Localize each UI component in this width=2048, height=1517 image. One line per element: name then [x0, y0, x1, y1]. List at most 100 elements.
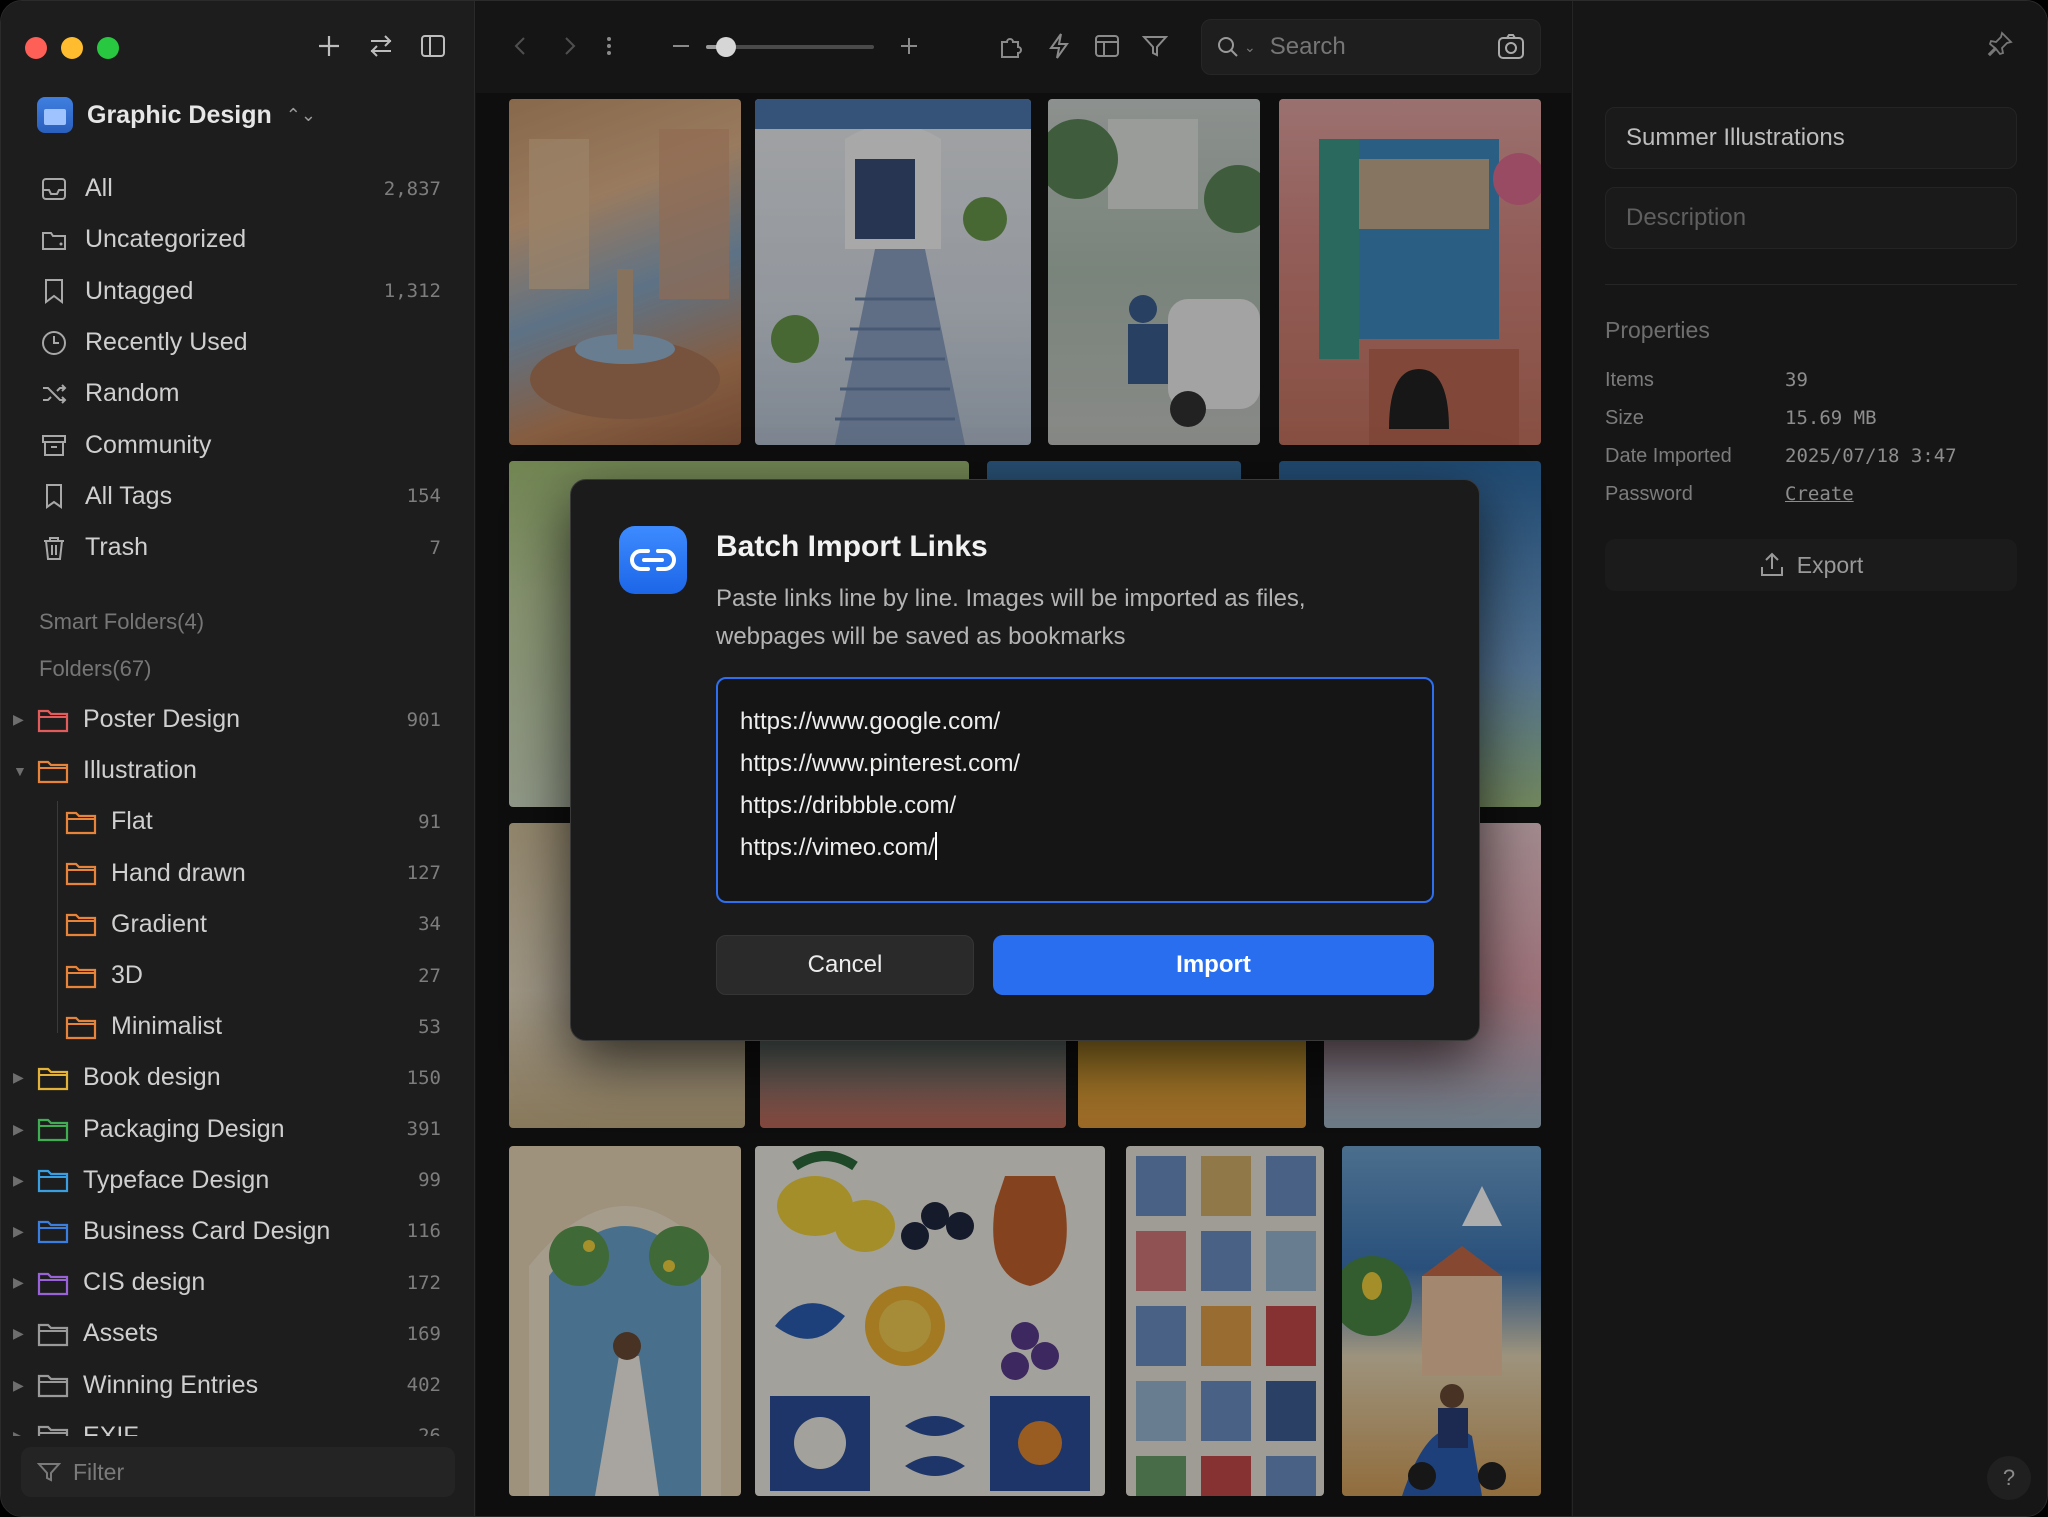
filter-placeholder: Filter	[73, 1458, 125, 1485]
folder-item[interactable]: ▶ Winning Entries 402	[1, 1359, 475, 1410]
zoom-slider-handle[interactable]	[716, 37, 737, 57]
sidebar-item-random[interactable]: Random	[1, 368, 475, 419]
folder-label: Typeface Design	[83, 1165, 270, 1194]
properties-heading: Properties	[1605, 317, 1710, 343]
folder-label: Flat	[111, 807, 153, 836]
batch-import-dialog: Batch Import Links Paste links line by l…	[570, 479, 1480, 1041]
smart-folders-header[interactable]: Smart Folders(4)	[39, 609, 204, 635]
inspector-panel: Summer Illustrations Description Propert…	[1572, 1, 2047, 1516]
folder-item[interactable]: ▶ Typeface Design 99	[1, 1155, 475, 1206]
cancel-button[interactable]: Cancel	[716, 935, 974, 995]
import-button[interactable]: Import	[993, 935, 1434, 995]
zoom-window-button[interactable]	[97, 37, 119, 59]
zoom-in-icon[interactable]	[894, 31, 924, 61]
action-bolt-icon[interactable]	[1044, 31, 1074, 61]
folder-count: 26	[418, 1425, 441, 1436]
more-icon[interactable]	[594, 31, 624, 61]
back-icon[interactable]	[506, 31, 536, 61]
folder-item[interactable]: Flat 91	[1, 796, 475, 847]
link-line: https://vimeo.com/	[740, 834, 935, 861]
sidebar-item-all-tags[interactable]: All Tags 154	[1, 471, 475, 522]
disclosure-closed-icon[interactable]: ▶	[13, 1172, 27, 1189]
disclosure-closed-icon[interactable]: ▶	[13, 1121, 27, 1138]
folder-count: 27	[418, 964, 441, 987]
link-icon	[619, 526, 687, 594]
folder-item[interactable]: ▼ Illustration	[1, 745, 475, 796]
swap-icon[interactable]	[366, 31, 396, 61]
folder-title-field[interactable]: Summer Illustrations	[1605, 107, 2017, 169]
sidebar-item-uncategorized[interactable]: Uncategorized	[1, 214, 475, 265]
folder-label: Winning Entries	[83, 1370, 259, 1399]
tag-question-icon	[39, 276, 69, 306]
folder-item[interactable]: ▶ Packaging Design 391	[1, 1104, 475, 1155]
disclosure-closed-icon[interactable]: ▶	[13, 1274, 27, 1291]
folder-count: 34	[418, 913, 441, 936]
folder-item[interactable]: ▶ EXIF 26	[1, 1411, 475, 1436]
sidebar-item-all[interactable]: All 2,837	[1, 163, 475, 214]
search-placeholder: Search	[1269, 33, 1346, 60]
chevron-up-down-icon: ⌃⌄	[285, 104, 316, 125]
search-input[interactable]: ⌄ Search	[1201, 19, 1541, 75]
text-caret	[934, 832, 937, 860]
folder-item[interactable]: Gradient 34	[1, 899, 475, 950]
folder-item[interactable]: ▶ CIS design 172	[1, 1257, 475, 1308]
folder-item[interactable]: ▶ Poster Design 901	[1, 694, 475, 745]
folder-count: 53	[418, 1015, 441, 1038]
add-icon[interactable]	[314, 31, 344, 61]
folder-icon	[65, 860, 97, 886]
sidebar-item-community[interactable]: Community	[1, 419, 475, 470]
image-search-icon[interactable]	[1496, 32, 1528, 64]
disclosure-closed-icon[interactable]: ▶	[13, 1325, 27, 1342]
sidebar-item-label: Community	[85, 430, 212, 459]
disclosure-closed-icon[interactable]: ▶	[13, 1428, 27, 1436]
zoom-slider[interactable]	[706, 37, 874, 57]
folder-count: 150	[406, 1066, 441, 1089]
sidebar-item-label: All	[85, 174, 113, 203]
disclosure-closed-icon[interactable]: ▶	[13, 1377, 27, 1394]
folder-item[interactable]: Hand drawn 127	[1, 848, 475, 899]
folder-label: Packaging Design	[83, 1114, 285, 1143]
disclosure-closed-icon[interactable]: ▶	[13, 711, 27, 728]
layout-icon[interactable]	[1092, 31, 1122, 61]
sidebar-toggle-icon[interactable]	[418, 31, 448, 61]
sidebar-item-recently-used[interactable]: Recently Used	[1, 317, 475, 368]
create-password-link[interactable]: Create	[1785, 483, 1854, 505]
sidebar-item-trash[interactable]: Trash 7	[1, 522, 475, 573]
help-button[interactable]: ?	[1987, 1456, 2031, 1500]
clock-icon	[39, 328, 69, 358]
item-count: 2,837	[383, 177, 441, 200]
folders-header[interactable]: Folders(67)	[39, 656, 151, 682]
disclosure-open-icon[interactable]: ▼	[13, 763, 27, 779]
library-switcher[interactable]: Graphic Design ⌃⌄	[37, 97, 316, 133]
minimize-window-button[interactable]	[61, 37, 83, 59]
zoom-out-icon[interactable]	[666, 31, 696, 61]
folder-item[interactable]: ▶ Assets 169	[1, 1308, 475, 1359]
folder-item[interactable]: 3D 27	[1, 950, 475, 1001]
filter-input[interactable]: Filter	[21, 1447, 455, 1497]
description-field[interactable]: Description	[1605, 187, 2017, 249]
folder-label: Illustration	[83, 756, 197, 785]
disclosure-closed-icon[interactable]: ▶	[13, 1069, 27, 1086]
folder-label: Business Card Design	[83, 1216, 331, 1245]
chevron-down-icon[interactable]: ⌄	[1244, 39, 1256, 56]
plugin-icon[interactable]	[996, 31, 1026, 61]
folder-item[interactable]: ▶ Business Card Design 116	[1, 1206, 475, 1257]
filter-funnel-icon[interactable]	[1140, 31, 1170, 61]
folder-icon	[37, 758, 69, 784]
folder-icon	[65, 1014, 97, 1040]
inbox-icon	[39, 174, 69, 204]
pin-icon[interactable]	[1987, 31, 2017, 61]
folder-icon	[37, 1065, 69, 1091]
close-window-button[interactable]	[25, 37, 47, 59]
folder-item[interactable]: Minimalist 53	[1, 1001, 475, 1052]
share-icon	[1760, 552, 1783, 576]
prop-size-key: Size	[1605, 407, 1644, 429]
folder-icon	[65, 963, 97, 989]
disclosure-closed-icon[interactable]: ▶	[13, 1223, 27, 1240]
forward-icon[interactable]	[554, 31, 584, 61]
folder-item[interactable]: ▶ Book design 150	[1, 1052, 475, 1103]
links-textarea[interactable]: https://www.google.com/ https://www.pint…	[716, 677, 1434, 903]
window-controls	[25, 37, 119, 59]
sidebar-item-untagged[interactable]: Untagged 1,312	[1, 266, 475, 317]
export-button[interactable]: Export	[1605, 539, 2017, 591]
